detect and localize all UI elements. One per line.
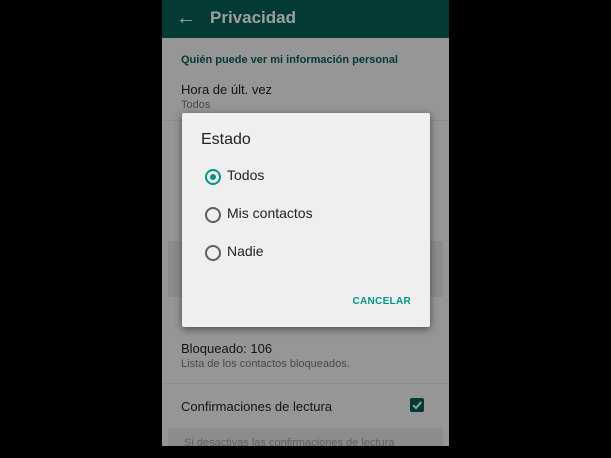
option-label: Mis contactos <box>227 205 313 221</box>
option-label: Nadie <box>227 243 264 259</box>
option-nadie[interactable]: Nadie <box>205 243 405 263</box>
radio-selected-icon[interactable] <box>205 169 221 185</box>
option-label: Todos <box>227 167 265 183</box>
cancel-button[interactable]: CANCELAR <box>352 296 411 307</box>
radio-unselected-icon[interactable] <box>205 245 221 261</box>
option-mis-contactos[interactable]: Mis contactos <box>205 205 405 225</box>
option-todos[interactable]: Todos <box>205 167 405 187</box>
radio-unselected-icon[interactable] <box>205 207 221 223</box>
nav-bar <box>162 446 449 458</box>
dialog-title: Estado <box>201 131 251 148</box>
status-dialog: Estado Todos Mis contactos Nadie CANCELA… <box>182 113 430 327</box>
